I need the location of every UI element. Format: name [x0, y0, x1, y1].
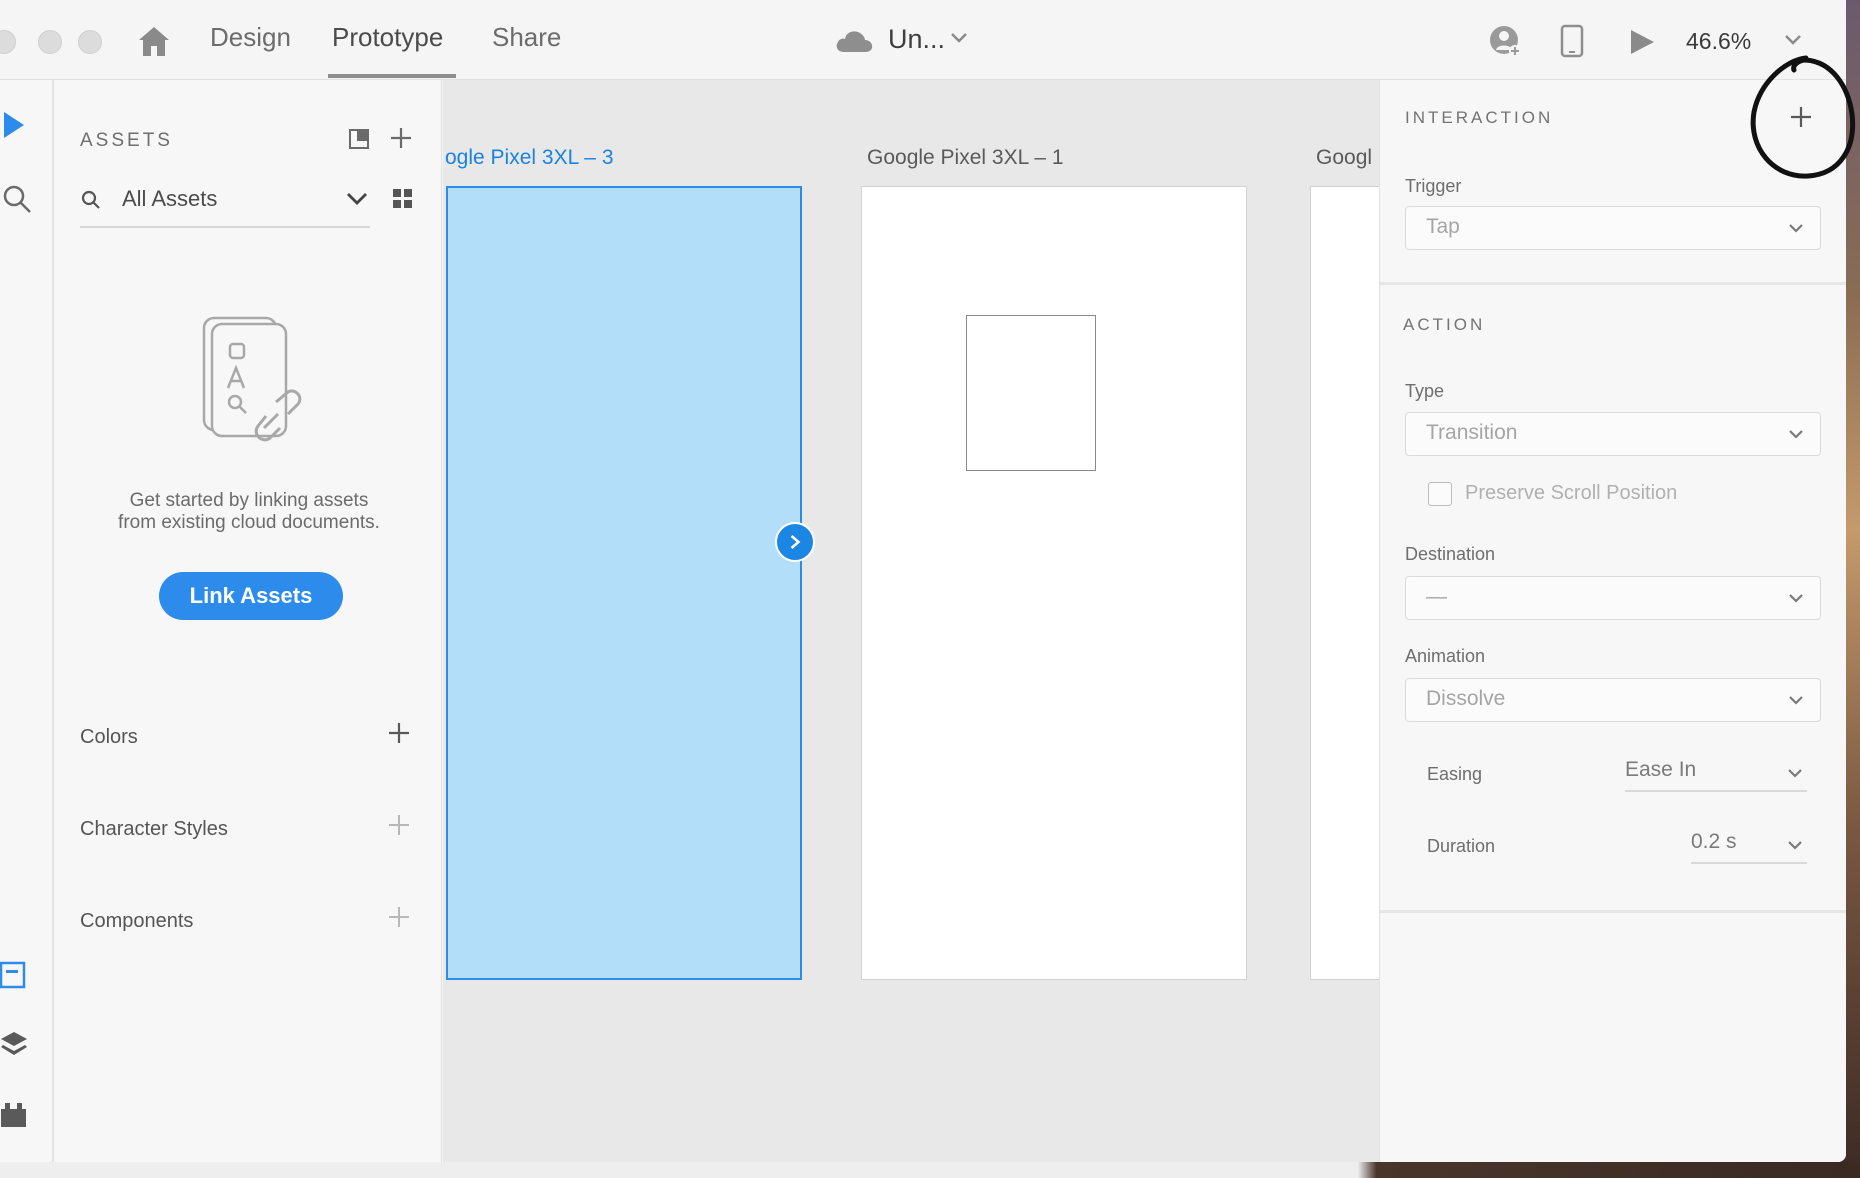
- chevron-down-icon[interactable]: [950, 32, 968, 44]
- asset-filter-label[interactable]: All Assets: [122, 186, 217, 212]
- play-icon[interactable]: [1628, 28, 1656, 56]
- tab-share[interactable]: Share: [492, 22, 561, 53]
- artboard-label-partial[interactable]: Googl: [1316, 146, 1372, 170]
- character-styles-section-label[interactable]: Character Styles: [80, 818, 228, 841]
- duration-label: Duration: [1427, 836, 1496, 856]
- canvas[interactable]: ogle Pixel 3XL – 3 Google Pixel 3XL – 1 …: [443, 80, 1379, 1162]
- assets-panel: ASSETS All Assets Get started by linking…: [56, 80, 442, 1162]
- title-bar: Design Prototype Share Un... 46.6%: [0, 0, 1846, 80]
- search-icon: [81, 190, 100, 209]
- add-asset-icon[interactable]: [390, 127, 412, 149]
- components-section-label[interactable]: Components: [80, 910, 193, 933]
- empty-state-line-2: from existing cloud documents.: [118, 512, 380, 533]
- trigger-value: Tap: [1426, 215, 1460, 238]
- destination-value: —: [1426, 585, 1447, 608]
- empty-state-text: Get started by linking assets from exist…: [56, 490, 442, 534]
- active-tab-indicator: [328, 74, 456, 78]
- desktop-bottom: [0, 1162, 1860, 1178]
- easing-dropdown[interactable]: Ease In: [1625, 754, 1807, 792]
- preserve-scroll-checkbox[interactable]: [1428, 482, 1452, 506]
- property-inspector: INTERACTION Trigger Tap ACTION Type Tran…: [1379, 80, 1846, 1162]
- chevron-down-icon: [1789, 696, 1803, 705]
- wire-handle[interactable]: [775, 522, 815, 562]
- destination-label: Destination: [1405, 544, 1496, 564]
- artboard-pixel-3xl-3[interactable]: [446, 186, 802, 980]
- layers-icon[interactable]: [0, 1030, 28, 1060]
- interaction-heading: INTERACTION: [1405, 108, 1554, 127]
- assets-panel-icon[interactable]: [0, 960, 26, 990]
- plugins-icon[interactable]: [0, 1102, 28, 1128]
- linked-assets-illustration-icon: [202, 316, 302, 442]
- trigger-label: Trigger: [1405, 176, 1462, 196]
- artboard-label-1[interactable]: Google Pixel 3XL – 1: [867, 146, 1064, 170]
- chevron-down-icon[interactable]: [1784, 34, 1802, 46]
- type-value: Transition: [1426, 421, 1518, 444]
- easing-value: Ease In: [1625, 758, 1697, 781]
- chevron-down-icon: [1789, 430, 1803, 439]
- app-window: Design Prototype Share Un... 46.6% ASSET…: [0, 0, 1846, 1162]
- tab-design[interactable]: Design: [210, 22, 291, 53]
- divider: [1380, 282, 1846, 285]
- device-preview-icon[interactable]: [1560, 24, 1584, 58]
- chevron-down-icon: [1789, 594, 1803, 603]
- trigger-dropdown[interactable]: Tap: [1405, 206, 1821, 250]
- chevron-down-icon: [1789, 224, 1803, 233]
- open-library-icon[interactable]: [348, 128, 370, 150]
- animation-dropdown[interactable]: Dissolve: [1405, 678, 1821, 722]
- invite-user-icon[interactable]: [1488, 24, 1522, 58]
- chevron-down-icon: [1788, 769, 1802, 778]
- duration-value: 0.2 s: [1691, 830, 1737, 853]
- type-dropdown[interactable]: Transition: [1405, 412, 1821, 456]
- minimize-window-button[interactable]: [38, 30, 62, 54]
- chevron-down-icon[interactable]: [346, 192, 368, 206]
- document-title[interactable]: Un...: [888, 24, 945, 55]
- left-toolbar: [0, 80, 54, 1162]
- empty-state-line-1: Get started by linking assets: [129, 490, 369, 511]
- easing-label: Easing: [1427, 764, 1483, 784]
- assets-title: ASSETS: [80, 130, 173, 151]
- preserve-scroll-label[interactable]: Preserve Scroll Position: [1465, 482, 1677, 505]
- rectangle-shape[interactable]: [966, 315, 1096, 471]
- artboard-pixel-3xl-1[interactable]: [861, 186, 1247, 980]
- duration-dropdown[interactable]: 0.2 s: [1691, 826, 1807, 864]
- action-heading: ACTION: [1403, 315, 1486, 334]
- artboard-label-3[interactable]: ogle Pixel 3XL – 3: [445, 146, 614, 170]
- close-window-button[interactable]: [0, 30, 16, 54]
- cloud-icon: [836, 31, 873, 52]
- divider: [1380, 910, 1846, 913]
- link-assets-button[interactable]: Link Assets: [159, 572, 343, 620]
- select-tool-icon[interactable]: [2, 110, 26, 140]
- type-label: Type: [1405, 381, 1445, 401]
- artboard-partial[interactable]: [1310, 186, 1379, 980]
- home-icon[interactable]: [136, 24, 172, 58]
- animation-label: Animation: [1405, 646, 1486, 666]
- animation-value: Dissolve: [1426, 687, 1506, 710]
- add-color-icon[interactable]: [388, 722, 410, 744]
- zoom-tool-icon[interactable]: [2, 184, 32, 214]
- annotation-circle: [1750, 55, 1856, 179]
- zoom-window-button[interactable]: [78, 30, 102, 54]
- grid-view-icon[interactable]: [392, 188, 414, 210]
- chevron-right-icon: [790, 535, 801, 549]
- colors-section-label[interactable]: Colors: [80, 726, 138, 749]
- destination-dropdown[interactable]: —: [1405, 576, 1821, 620]
- chevron-down-icon: [1788, 841, 1802, 850]
- zoom-level[interactable]: 46.6%: [1686, 28, 1751, 55]
- add-character-style-icon[interactable]: [388, 814, 410, 836]
- add-component-icon[interactable]: [388, 906, 410, 928]
- tab-prototype[interactable]: Prototype: [332, 22, 443, 53]
